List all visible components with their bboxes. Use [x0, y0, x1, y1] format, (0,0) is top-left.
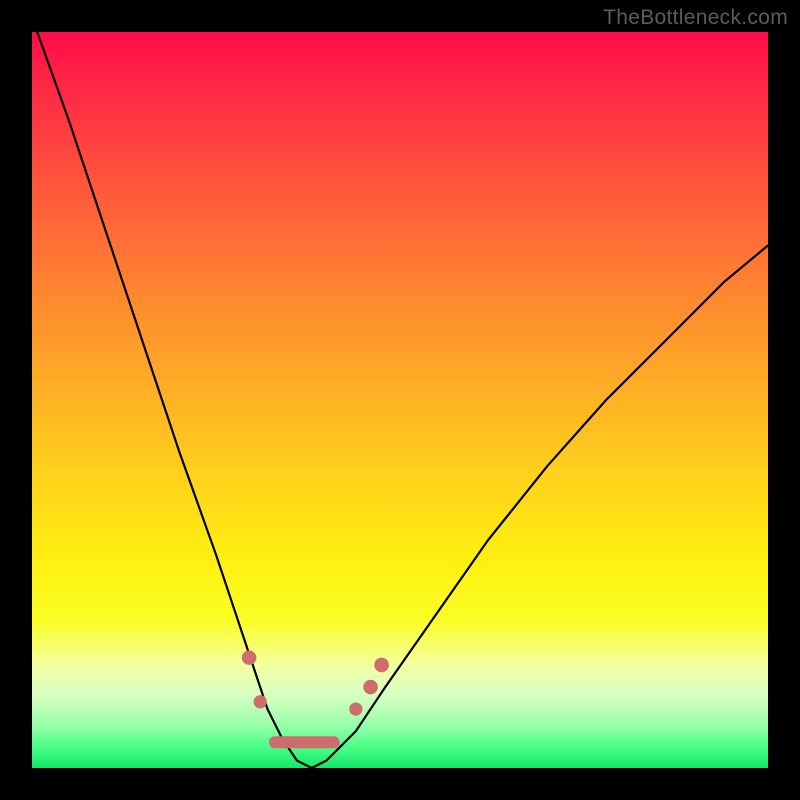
- watermark-label: TheBottleneck.com: [603, 6, 788, 30]
- left-lower-dot: [254, 695, 267, 708]
- marker-group: [242, 650, 389, 715]
- curve-svg: [32, 32, 768, 768]
- right-mid-dot: [363, 680, 378, 695]
- bottleneck-curve: [32, 32, 768, 768]
- left-upper-dot: [242, 650, 257, 665]
- right-upper-dot: [374, 658, 389, 673]
- chart-stage: TheBottleneck.com: [0, 0, 800, 800]
- right-lower-dot: [349, 702, 362, 715]
- plot-area: [32, 32, 768, 768]
